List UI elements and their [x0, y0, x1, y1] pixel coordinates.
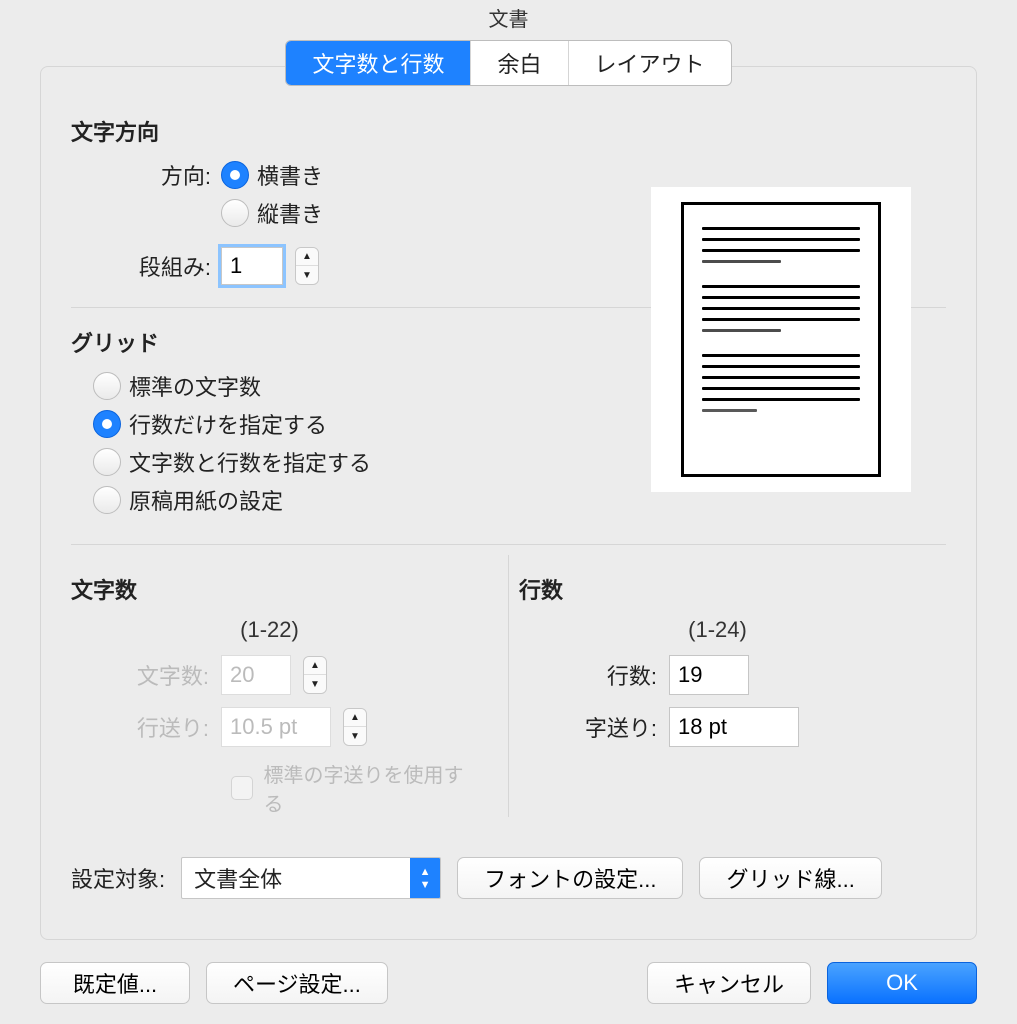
radio-manuscript[interactable] [93, 486, 121, 514]
section-lines-title: 行数 [519, 573, 916, 605]
font-settings-button[interactable]: フォントの設定... [457, 857, 683, 899]
direction-label: 方向: [71, 159, 221, 191]
radio-standard-chars[interactable] [93, 372, 121, 400]
tab-margins[interactable]: 余白 [470, 41, 567, 85]
linepitch-stepper: ▲▼ [343, 708, 367, 746]
tabbar: 文字数と行数 余白 レイアウト [285, 40, 731, 86]
chevron-up-icon[interactable]: ▲ [296, 248, 318, 266]
lines-input[interactable] [669, 655, 749, 695]
charpitch-label: 字送り: [519, 711, 669, 743]
linepitch-input [221, 707, 331, 747]
window-title: 文書 [0, 0, 1017, 40]
page-setup-button[interactable]: ページ設定... [206, 962, 388, 1004]
columns-label: 段組み: [71, 250, 221, 282]
default-button[interactable]: 既定値... [40, 962, 190, 1004]
lines-label: 行数: [519, 659, 669, 691]
section-chars-title: 文字数 [71, 573, 468, 605]
columns-input[interactable] [221, 247, 283, 285]
gridline-button[interactable]: グリッド線... [699, 857, 881, 899]
tab-layout[interactable]: レイアウト [568, 41, 731, 85]
radio-vertical[interactable] [221, 199, 249, 227]
columns-stepper[interactable]: ▲ ▼ [295, 247, 319, 285]
chars-range: (1-22) [71, 617, 468, 643]
chars-label: 文字数: [71, 659, 221, 691]
lines-range: (1-24) [519, 617, 916, 643]
chevron-down-icon[interactable]: ▼ [296, 266, 318, 284]
radio-chars-and-lines[interactable] [93, 448, 121, 476]
linepitch-label: 行送り: [71, 711, 221, 743]
chars-input [221, 655, 291, 695]
main-panel: 文字方向 方向: 横書き 縦書き 段組み: ▲ ▼ グリッド 標準の文字数 行数… [40, 66, 977, 940]
ok-button[interactable]: OK [827, 962, 977, 1004]
section-direction-title: 文字方向 [71, 115, 946, 147]
radio-horizontal[interactable] [221, 161, 249, 189]
std-pitch-label: 標準の字送りを使用する [263, 759, 468, 817]
charpitch-input[interactable] [669, 707, 799, 747]
std-pitch-checkbox [231, 776, 253, 800]
radio-lines-only[interactable] [93, 410, 121, 438]
apply-select[interactable]: 文書全体 ▲▼ [181, 857, 441, 899]
cancel-button[interactable]: キャンセル [647, 962, 811, 1004]
radio-horizontal-label: 横書き [257, 159, 323, 191]
radio-vertical-label: 縦書き [257, 197, 323, 229]
tab-chars-lines[interactable]: 文字数と行数 [286, 41, 470, 85]
page-preview [651, 187, 911, 492]
chars-stepper: ▲▼ [303, 656, 327, 694]
select-arrows-icon: ▲▼ [410, 858, 440, 898]
apply-label: 設定対象: [71, 862, 165, 894]
